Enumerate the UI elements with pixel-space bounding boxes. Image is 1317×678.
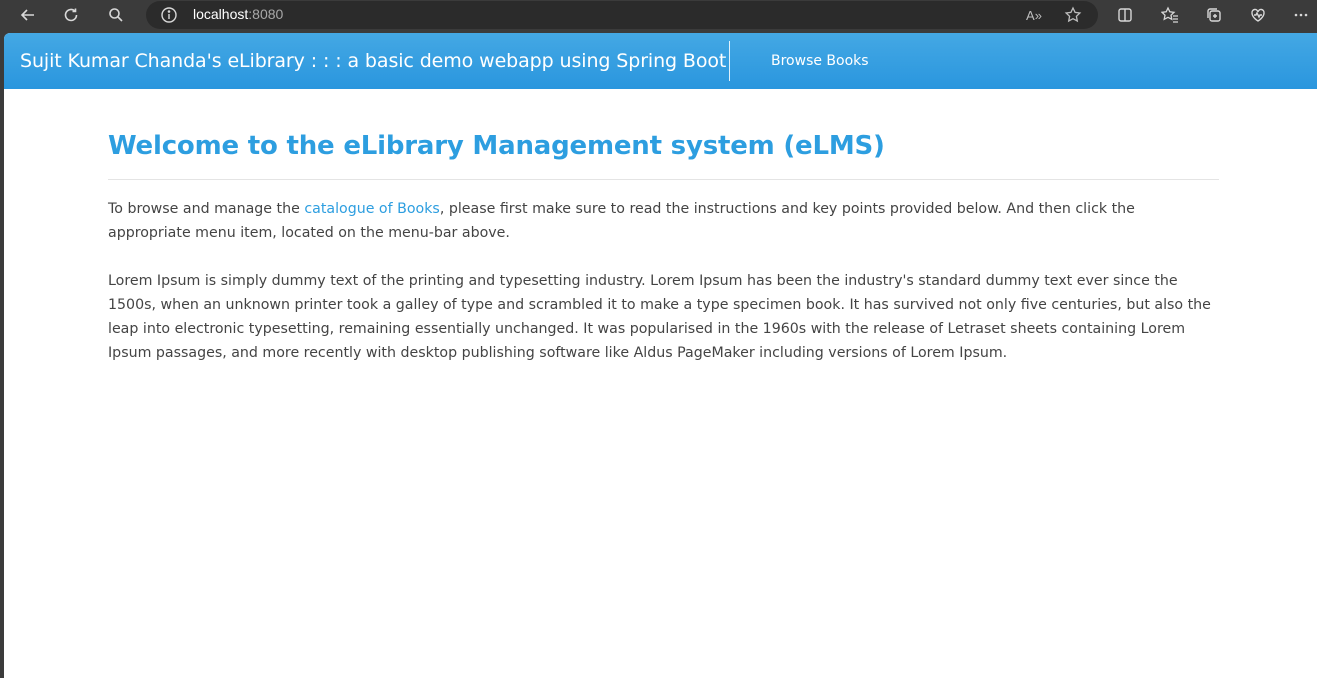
back-icon[interactable] [13, 0, 43, 30]
navbar-divider [729, 41, 730, 81]
address-url[interactable]: localhost:8080 [193, 6, 283, 22]
browser-essentials-icon[interactable] [1243, 0, 1273, 30]
collections-icon[interactable] [1199, 0, 1229, 30]
more-icon[interactable] [1286, 0, 1316, 30]
catalogue-link[interactable]: catalogue of Books [304, 201, 440, 217]
favorites-icon[interactable] [1155, 0, 1185, 30]
title-divider [108, 179, 1219, 180]
search-icon[interactable] [101, 0, 131, 30]
address-bar[interactable]: localhost:8080 A» [146, 1, 1098, 29]
refresh-icon[interactable] [56, 0, 86, 30]
browser-toolbar: localhost:8080 A» [0, 0, 1317, 30]
url-host: localhost [193, 6, 249, 22]
top-navbar: Sujit Kumar Chanda's eLibrary : : : a ba… [4, 33, 1317, 89]
nav-browse-books-link[interactable]: Browse Books [771, 53, 869, 69]
lorem-paragraph: Lorem Ipsum is simply dummy text of the … [108, 273, 1211, 361]
page-title: Welcome to the eLibrary Management syste… [108, 131, 885, 161]
intro-paragraph: To browse and manage the catalogue of Bo… [108, 197, 1219, 245]
site-info-icon[interactable] [160, 6, 178, 24]
url-port: :8080 [248, 6, 284, 22]
split-screen-icon[interactable] [1110, 0, 1140, 30]
page-viewport: Sujit Kumar Chanda's eLibrary : : : a ba… [4, 33, 1317, 678]
favorite-star-icon[interactable] [1063, 5, 1083, 25]
read-aloud-icon[interactable]: A» [1024, 5, 1044, 25]
intro-text-before: To browse and manage the [108, 201, 305, 217]
navbar-brand[interactable]: Sujit Kumar Chanda's eLibrary : : : a ba… [20, 50, 726, 72]
